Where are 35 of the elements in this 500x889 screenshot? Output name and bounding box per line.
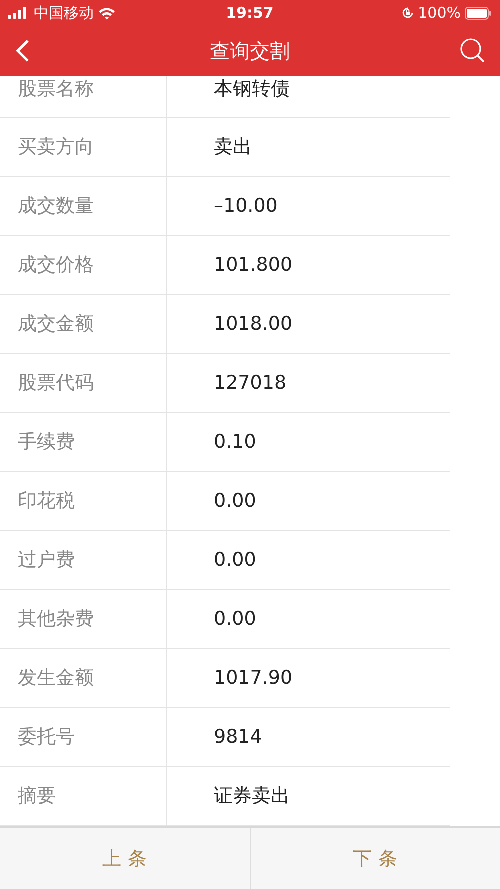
field-label: 委托号 — [18, 725, 75, 750]
battery-icon — [465, 6, 492, 20]
field-value: 0.00 — [214, 608, 256, 630]
field-label: 股票名称 — [18, 77, 94, 102]
field-label: 成交价格 — [18, 253, 94, 278]
field-label: 发生金额 — [18, 666, 94, 691]
field-label: 成交数量 — [18, 194, 94, 219]
field-label: 买卖方向 — [18, 135, 94, 160]
field-value: 证券卖出 — [214, 784, 290, 809]
field-label: 摘要 — [18, 784, 56, 809]
page-title: 查询交割 — [210, 38, 290, 64]
field-label: 股票代码 — [18, 371, 94, 396]
field-label: 印花税 — [18, 489, 75, 514]
field-value: –10.00 — [214, 195, 278, 217]
field-label: 手续费 — [18, 430, 75, 455]
wifi-icon — [98, 6, 116, 20]
field-label: 成交金额 — [18, 312, 94, 337]
back-icon[interactable] — [16, 39, 30, 63]
field-label: 过户费 — [18, 548, 75, 573]
rotation-lock-icon — [402, 7, 414, 19]
search-icon[interactable] — [460, 38, 486, 64]
field-label: 其他杂费 — [18, 607, 94, 632]
field-value: 101.800 — [214, 254, 293, 276]
field-value: 本钢转债 — [214, 77, 290, 102]
field-value: 1018.00 — [214, 313, 293, 335]
battery-percent: 100% — [418, 4, 461, 22]
field-value: 0.00 — [214, 549, 256, 571]
field-value: 0.10 — [214, 431, 256, 453]
field-value: 卖出 — [214, 135, 252, 160]
field-value: 9814 — [214, 726, 262, 748]
field-value: 0.00 — [214, 490, 256, 512]
carrier-name: 中国移动 — [34, 4, 94, 22]
field-value: 127018 — [214, 372, 287, 394]
status-time: 19:57 — [226, 4, 274, 22]
field-value: 1017.90 — [214, 667, 293, 689]
